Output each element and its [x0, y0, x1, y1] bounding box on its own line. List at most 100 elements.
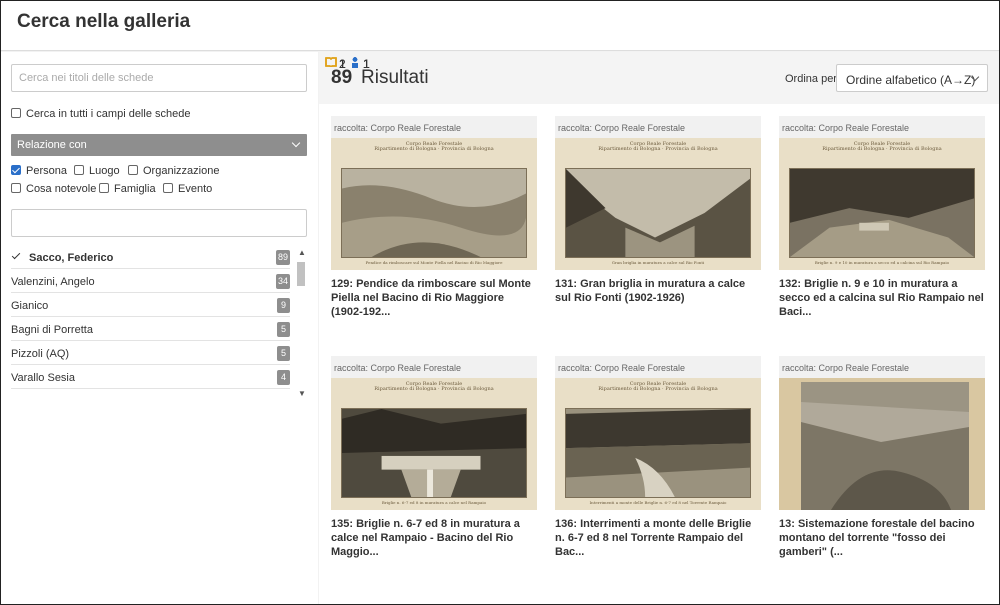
photo-header: Corpo Reale Forestale Ripartimento di Bol… [555, 378, 761, 408]
photo-sub: Ripartimento di Bologna · Provincia di B… [598, 386, 718, 392]
sort-select-value: Ordine alfabetico (A→Z) [846, 73, 976, 87]
photo-sub: Ripartimento di Bologna · Provincia di B… [374, 146, 494, 152]
page-title: Cerca nella galleria [17, 11, 191, 32]
type-option-organizzazione[interactable]: Organizzazione [128, 165, 219, 177]
result-card[interactable]: raccolta: Corpo Reale Forestale Corpo Re… [331, 116, 537, 319]
card-collection: raccolta: Corpo Reale Forestale [779, 356, 985, 378]
type-option-famiglia[interactable]: Famiglia [99, 183, 156, 195]
result-card[interactable]: raccolta: Corpo Reale Forestale Corpo Re… [555, 116, 761, 305]
sort-label: Ordina per [785, 73, 837, 85]
result-card[interactable]: raccolta: Corpo Reale Forestale Corpo Re… [331, 356, 537, 559]
card-collection: raccolta: Corpo Reale Forestale [779, 116, 985, 138]
facet-label: Gianico [11, 300, 49, 312]
search-all-fields-toggle[interactable]: Cerca in tutti i campi delle schede [11, 108, 190, 120]
facet-list: Sacco, Federico 89 Valenzini, Angelo 34 … [11, 246, 308, 398]
facet-count-badge: 9 [277, 298, 290, 313]
card-collection: raccolta: Corpo Reale Forestale [555, 356, 761, 378]
photo-image [341, 168, 527, 258]
card-photo[interactable]: Corpo Reale Forestale Ripartimento di Bol… [331, 378, 537, 510]
search-all-fields-label: Cerca in tutti i campi delle schede [26, 108, 191, 120]
result-card[interactable]: raccolta: Corpo Reale Forestale 13: Sist… [779, 356, 985, 559]
card-photo[interactable]: Corpo Reale Forestale Ripartimento di Bol… [331, 138, 537, 270]
cosa-notevole-checkbox[interactable] [11, 183, 21, 193]
photo-sub: Ripartimento di Bologna · Provincia di B… [822, 146, 942, 152]
facet-count-badge: 4 [277, 370, 290, 385]
photo-caption: Gran briglia in muratura a calce sul Rio… [611, 260, 705, 265]
facet-label: Valenzini, Angelo [11, 276, 95, 288]
scroll-up-icon[interactable]: ▲ [298, 248, 306, 257]
facet-count-badge: 5 [277, 346, 290, 361]
facet-label: Sacco, Federico [29, 252, 114, 264]
photo-image [341, 408, 527, 498]
card-collection: raccolta: Corpo Reale Forestale [331, 356, 537, 378]
facet-item[interactable]: Bagni di Porretta 5 [11, 318, 290, 341]
card-collection: raccolta: Corpo Reale Forestale [555, 116, 761, 138]
type-option-label: Persona [26, 165, 67, 177]
scrollbar-thumb[interactable] [297, 262, 305, 286]
person-icon [352, 57, 358, 68]
photo-caption: Briglie n. 6-7 ed 8 in muratura a calce … [381, 500, 487, 505]
photo-header: Corpo Reale Forestale Ripartimento di Bol… [331, 138, 537, 168]
facet-item[interactable]: Gianico 9 [11, 294, 290, 317]
famiglia-checkbox[interactable] [99, 183, 109, 193]
facet-label: Bagni di Porretta [11, 324, 93, 336]
type-option-cosa-notevole[interactable]: Cosa notevole [11, 183, 96, 195]
search-all-fields-checkbox[interactable] [11, 108, 21, 118]
type-option-luogo[interactable]: Luogo [74, 165, 120, 177]
facet-item[interactable]: Sacco, Federico 89 [11, 246, 290, 269]
photo-caption: Pendice da rimboscare sul Monte Piella n… [365, 260, 503, 265]
evento-checkbox[interactable] [163, 183, 173, 193]
photo-sub: Ripartimento di Bologna · Provincia di B… [598, 146, 718, 152]
card-title[interactable]: 132: Briglie n. 9 e 10 in muratura a sec… [779, 277, 985, 319]
card-title[interactable]: 136: Interrimenti a monte delle Briglie … [555, 517, 761, 559]
filter-sidebar: Cerca in tutti i campi delle schede Rela… [1, 52, 318, 604]
scroll-down-icon[interactable]: ▼ [298, 389, 306, 398]
card-title[interactable]: 13: Sistemazione forestale del bacino mo… [779, 517, 985, 559]
card-title[interactable]: 135: Briglie n. 6-7 ed 8 in muratura a c… [331, 517, 537, 559]
type-option-label: Luogo [89, 165, 120, 177]
photo-image [801, 382, 969, 510]
card-photo[interactable]: Corpo Reale Forestale Ripartimento di Bol… [779, 138, 985, 270]
type-option-label: Famiglia [114, 183, 156, 195]
photo-header: Corpo Reale Forestale Ripartimento di Bol… [779, 138, 985, 168]
result-card[interactable]: raccolta: Corpo Reale Forestale Corpo Re… [779, 116, 985, 319]
photo-image [565, 168, 751, 258]
results-toolbar: 89 Risultati Ordina per Ordine alfabetic… [319, 52, 999, 104]
page-header: Cerca nella galleria [1, 1, 999, 51]
card-title[interactable]: 129: Pendice da rimboscare sul Monte Pie… [331, 277, 537, 319]
relation-select[interactable]: Relazione con [11, 134, 307, 156]
type-option-label: Organizzazione [143, 165, 220, 177]
book-icon [325, 57, 337, 67]
facet-item[interactable]: Valenzini, Angelo 34 [11, 270, 290, 293]
facet-filter-input[interactable] [11, 209, 307, 237]
chevron-down-icon [291, 138, 301, 148]
facet-count-badge: 34 [275, 274, 290, 289]
luogo-checkbox[interactable] [74, 165, 84, 175]
facet-item[interactable]: Pizzoli (AQ) 5 [11, 342, 290, 365]
result-label: Risultati [361, 67, 429, 88]
photo-header: Corpo Reale Forestale Ripartimento di Bol… [331, 378, 537, 408]
facet-label: Pizzoli (AQ) [11, 348, 70, 360]
type-option-evento[interactable]: Evento [163, 183, 212, 195]
facet-item[interactable]: Varallo Sesia 4 [11, 366, 290, 389]
check-icon [11, 250, 21, 260]
type-option-label: Evento [178, 183, 213, 195]
photo-image [565, 408, 751, 498]
sort-select[interactable]: Ordine alfabetico (A→Z) [836, 64, 988, 92]
card-photo[interactable]: Corpo Reale Forestale Ripartimento di Bol… [555, 378, 761, 510]
type-option-persona[interactable]: Persona [11, 165, 67, 177]
facet-label: Varallo Sesia [11, 372, 75, 384]
facet-scrollbar[interactable]: ▲ ▼ [295, 248, 307, 398]
card-photo[interactable]: Corpo Reale Forestale Ripartimento di Bol… [555, 138, 761, 270]
card-photo[interactable] [779, 378, 985, 510]
organizzazione-checkbox[interactable] [128, 165, 138, 175]
card-title[interactable]: 131: Gran briglia in muratura a calce su… [555, 277, 761, 305]
title-search-input[interactable] [11, 64, 307, 92]
results-panel: 89 Risultati Ordina per Ordine alfabetic… [319, 52, 999, 604]
relation-select-value: Relazione con [17, 139, 87, 151]
photo-header: Corpo Reale Forestale Ripartimento di Bol… [555, 138, 761, 168]
photo-sub: Ripartimento di Bologna · Provincia di B… [374, 386, 494, 392]
result-card[interactable]: raccolta: Corpo Reale Forestale Corpo Re… [555, 356, 761, 559]
persona-checkbox[interactable] [11, 165, 21, 175]
photo-caption: Interrimenti a monte delle Briglie n. 6-… [589, 500, 727, 505]
